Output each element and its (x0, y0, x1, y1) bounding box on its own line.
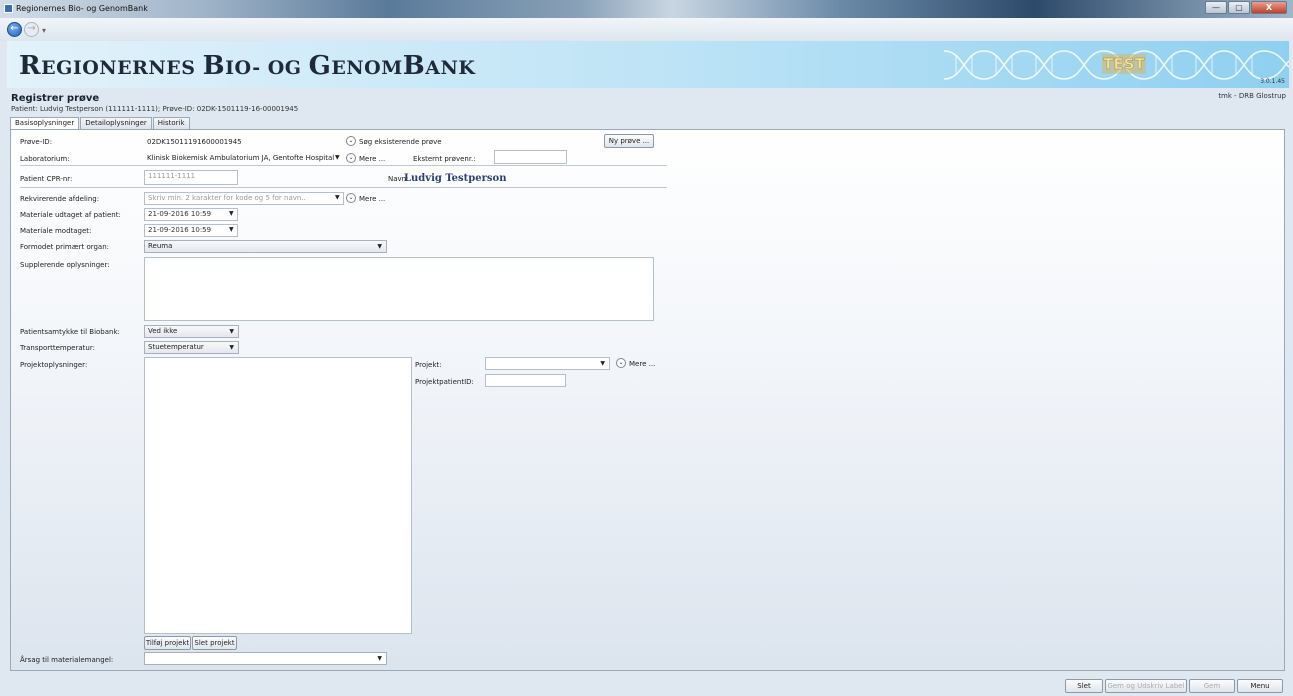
app-banner: REGIONERNES BIO- OG GENOMBANK TEST 3.0.1… (7, 41, 1289, 88)
samtykke-select[interactable]: Ved ikke ▼ (144, 325, 239, 338)
mere-link-lab[interactable]: Mere ... (359, 155, 385, 163)
form-panel: Prøve-ID: 02DK15011191600001945 ⌄ Søg ek… (10, 129, 1285, 671)
modtaget-datetime[interactable]: 21-09-2016 10:59 (144, 224, 238, 237)
supp-textarea[interactable] (144, 257, 654, 321)
laboratorium-dropdown-arrow[interactable]: ▼ (335, 154, 340, 161)
patient-name: Ludvig Testperson (404, 173, 507, 184)
laboratorium-label: Laboratorium: (20, 155, 70, 163)
divider (20, 165, 667, 166)
udtaget-dropdown-arrow[interactable]: ▼ (229, 210, 234, 217)
navigation-bar: ← → ▾ (0, 18, 1293, 41)
version-label: 3.0.1.45 (1260, 78, 1285, 85)
user-info: tmk - DRB Glostrup (1218, 92, 1286, 100)
organ-select[interactable]: Reuma ▼ (144, 240, 387, 253)
supp-label: Supplerende oplysninger: (20, 261, 110, 269)
udtaget-datetime[interactable]: 21-09-2016 10:59 (144, 208, 238, 221)
chevron-down-icon[interactable]: ⌄ (346, 193, 356, 203)
projektpatient-input[interactable] (485, 374, 566, 387)
samtykke-label: Patientsamtykke til Biobank: (20, 328, 120, 336)
window-controls: — ▢ X (1204, 1, 1287, 14)
rekv-label: Rekvirerende afdeling: (20, 195, 100, 203)
projekt-info-label: Projektoplysninger: (20, 361, 88, 369)
mere-link-rekv[interactable]: Mere ... (359, 195, 385, 203)
modtaget-dropdown-arrow[interactable]: ▼ (229, 226, 234, 233)
transport-label: Transporttemperatur: (20, 344, 95, 352)
external-sample-label: Eksternt prøvenr.: (413, 155, 476, 163)
window-titlebar: Regionernes Bio- og GenomBank — ▢ X (0, 0, 1293, 18)
prove-id-label: Prøve-ID: (20, 138, 53, 146)
forward-arrow-icon[interactable]: → (24, 22, 39, 37)
projektpatient-label: ProjektpatientID: (415, 378, 474, 386)
aarsag-select[interactable]: ▼ (144, 652, 387, 665)
transport-select[interactable]: Stuetemperatur ▼ (144, 341, 239, 354)
mere-link-projekt[interactable]: Mere ... (629, 360, 655, 368)
divider (20, 187, 667, 188)
projekt-select[interactable]: ▼ (485, 357, 610, 370)
delete-project-button[interactable]: Slet projekt (192, 636, 237, 650)
test-label: TEST (1103, 55, 1145, 73)
cpr-label: Patient CPR-nr: (20, 175, 73, 183)
cpr-input[interactable]: 111111-1111 (144, 170, 238, 185)
app-icon (4, 4, 13, 13)
laboratorium-select[interactable]: Klinisk Biokemisk Ambulatorium JA, Gento… (147, 154, 337, 162)
search-existing-link[interactable]: Søg eksisterende prøve (359, 138, 442, 146)
window-title: Regionernes Bio- og GenomBank (16, 4, 148, 13)
maximize-button[interactable]: ▢ (1228, 1, 1250, 14)
patient-info-line: Patient: Ludvig Testperson (111111-1111)… (11, 105, 299, 113)
brand-logo: REGIONERNES BIO- OG GENOMBANK (19, 51, 476, 81)
save-print-label-button[interactable]: Gem og Udskriv Label (1105, 679, 1187, 693)
aarsag-label: Årsag til materialemangel: (20, 656, 114, 664)
projekt-label: Projekt: (415, 361, 442, 369)
rekv-input[interactable]: Skriv min. 2 karakter for kode og 5 for … (144, 192, 344, 205)
page-title: Registrer prøve (11, 93, 100, 104)
projekt-list[interactable] (144, 357, 412, 634)
menu-button[interactable]: Menu (1237, 679, 1283, 693)
chevron-down-icon[interactable]: ⌄ (346, 136, 356, 146)
modtaget-label: Materiale modtaget: (20, 227, 92, 235)
add-project-button[interactable]: Tilføj projekt (144, 636, 191, 650)
history-dropdown[interactable]: ▾ (42, 26, 46, 35)
prove-id-value: 02DK15011191600001945 (147, 138, 242, 146)
external-sample-input[interactable] (494, 150, 567, 164)
tab-historik[interactable]: Historik (152, 117, 190, 129)
delete-button[interactable]: Slet (1065, 679, 1103, 693)
chevron-down-icon[interactable]: ⌄ (616, 358, 626, 368)
dna-helix-icon: TEST (944, 50, 1289, 80)
organ-label: Formodet primært organ: (20, 243, 110, 251)
minimize-button[interactable]: — (1205, 1, 1227, 14)
back-arrow-icon[interactable]: ← (7, 22, 22, 37)
chevron-down-icon[interactable]: ⌄ (346, 153, 356, 163)
tab-detailoplysninger[interactable]: Detailoplysninger (80, 117, 152, 129)
new-sample-button[interactable]: Ny prøve ... (604, 134, 654, 148)
udtaget-label: Materiale udtaget af patient: (20, 211, 121, 219)
rekv-dropdown-arrow[interactable]: ▼ (335, 194, 340, 201)
close-button[interactable]: X (1251, 1, 1287, 14)
save-button[interactable]: Gem (1189, 679, 1235, 693)
